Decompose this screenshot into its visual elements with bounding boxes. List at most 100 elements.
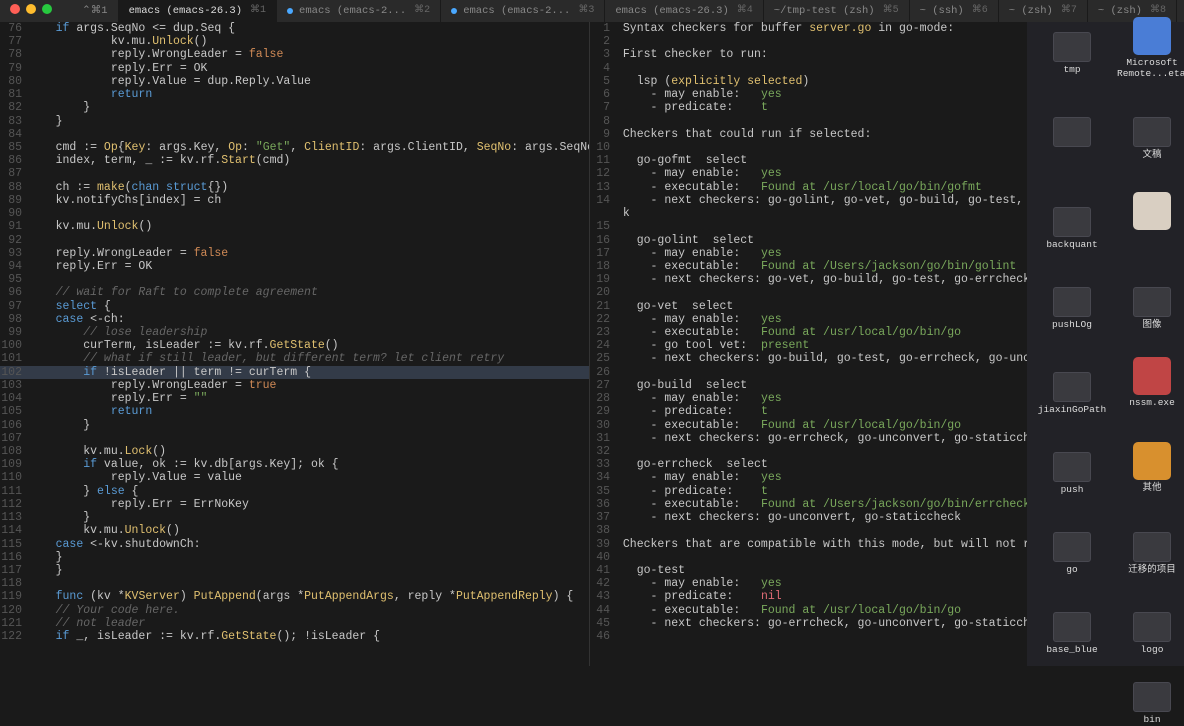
desktop-item[interactable]: 图像 xyxy=(1117,287,1184,331)
line-number: 21 xyxy=(590,300,616,313)
line-number: 18 xyxy=(590,260,616,273)
tab-5[interactable]: ~/tmp-test (zsh)⌘5 xyxy=(764,0,910,22)
maximize-window-icon[interactable] xyxy=(42,4,52,14)
desktop-item[interactable] xyxy=(1037,117,1107,150)
line-number: 32 xyxy=(590,445,616,458)
code-line: 35 - predicate: t xyxy=(590,485,1027,498)
code-line: 96 // wait for Raft to complete agreemen… xyxy=(0,286,589,299)
code-line: 119 func (kv *KVServer) PutAppend(args *… xyxy=(0,590,589,603)
folder-icon xyxy=(1053,207,1091,237)
folder-icon xyxy=(1133,117,1171,147)
tab-shortcut: ⌘1 xyxy=(250,5,266,17)
code-line: 2 xyxy=(590,35,1027,48)
desktop-item-label: push xyxy=(1037,485,1107,496)
line-number: 20 xyxy=(590,286,616,299)
line-number: 12 xyxy=(590,167,616,180)
code-line: 11 go-gofmt select xyxy=(590,154,1027,167)
line-number: 28 xyxy=(590,392,616,405)
line-number: 113 xyxy=(0,511,28,524)
minimize-window-icon[interactable] xyxy=(26,4,36,14)
desktop-item[interactable] xyxy=(1117,192,1184,233)
desktop-item[interactable]: jiaxinGoPath xyxy=(1037,372,1107,416)
code-line: 101 // what if still leader, but differe… xyxy=(0,352,589,365)
line-number: 109 xyxy=(0,458,28,471)
tab-4[interactable]: emacs (emacs-26.3) ⌘4 xyxy=(605,0,763,22)
folder-icon xyxy=(1053,117,1091,147)
tab-label: emacs (emacs-2... xyxy=(463,5,570,17)
code-line: 5 lsp (explicitly selected) xyxy=(590,75,1027,88)
folder-icon xyxy=(1133,532,1171,562)
tab-label: emacs (emacs-26.3) xyxy=(615,5,728,17)
line-number: 121 xyxy=(0,617,28,630)
line-number: 1 xyxy=(590,22,616,35)
desktop-item[interactable]: 其他 xyxy=(1117,442,1184,494)
code-line: 81 return xyxy=(0,88,589,101)
line-number: 84 xyxy=(0,128,28,141)
desktop-item[interactable]: logo xyxy=(1117,612,1184,656)
folder-icon xyxy=(1053,32,1091,62)
code-line: 10 xyxy=(590,141,1027,154)
code-line: 104 reply.Err = "" xyxy=(0,392,589,405)
code-line: 83 } xyxy=(0,115,589,128)
line-number: 95 xyxy=(0,273,28,286)
code-line: 20 xyxy=(590,286,1027,299)
tab-shortcut: ⌘4 xyxy=(737,5,753,17)
line-number: 79 xyxy=(0,62,28,75)
desktop-item[interactable]: bin xyxy=(1117,682,1184,726)
code-line: 91 kv.mu.Unlock() xyxy=(0,220,589,233)
desktop-item[interactable]: go xyxy=(1037,532,1107,576)
code-line: 120 // Your code here. xyxy=(0,604,589,617)
desktop-item[interactable]: tmp xyxy=(1037,32,1107,76)
desktop-item[interactable]: nssm.exe xyxy=(1117,357,1184,409)
line-number: 99 xyxy=(0,326,28,339)
code-line: 32 xyxy=(590,445,1027,458)
desktop-item-label: base_blue xyxy=(1037,645,1107,656)
line-number: 97 xyxy=(0,300,28,313)
line-number: 85 xyxy=(0,141,28,154)
line-number: 120 xyxy=(0,604,28,617)
code-editor-pane[interactable]: 76 if args.SeqNo <= dup.Seq {77 kv.mu.Un… xyxy=(0,22,590,666)
desktop-item[interactable]: push xyxy=(1037,452,1107,496)
desktop-item[interactable]: 迁移的项目 xyxy=(1117,532,1184,576)
code-line: 42 - may enable: yes xyxy=(590,577,1027,590)
code-line: 14 - next checkers: go-golint, go-vet, g… xyxy=(590,194,1027,207)
close-window-icon[interactable] xyxy=(10,4,20,14)
tab-shortcut: ⌘8 xyxy=(1150,5,1166,17)
desktop-item[interactable]: backquant xyxy=(1037,207,1107,251)
line-number: 82 xyxy=(0,101,28,114)
line-number: 30 xyxy=(590,419,616,432)
desktop-item[interactable]: Microsoft Remote...eta.ap xyxy=(1117,17,1184,80)
tab-label: ~ (zsh) xyxy=(1098,5,1142,17)
desktop-item-label: tmp xyxy=(1037,65,1107,76)
desktop-item[interactable]: base_blue xyxy=(1037,612,1107,656)
desktop-item-label: pushLOg xyxy=(1037,320,1107,331)
tab-7[interactable]: ~ (zsh)⌘7 xyxy=(999,0,1088,22)
tab-0[interactable]: ⌃⌘1 xyxy=(72,0,119,22)
code-line: 80 reply.Value = dup.Reply.Value xyxy=(0,75,589,88)
desktop-item[interactable]: 文稿 xyxy=(1117,117,1184,161)
line-number: 39 xyxy=(590,538,616,551)
line-number: 102 xyxy=(0,366,28,379)
desktop-item[interactable]: pushLOg xyxy=(1037,287,1107,331)
tab-3[interactable]: emacs (emacs-2...⌘3 xyxy=(441,0,605,22)
desktop-item-label: logo xyxy=(1117,645,1184,656)
line-number: 90 xyxy=(0,207,28,220)
tab-2[interactable]: emacs (emacs-2...⌘2 xyxy=(277,0,441,22)
line-number: 44 xyxy=(590,604,616,617)
line-number: 11 xyxy=(590,154,616,167)
line-number: 2 xyxy=(590,35,616,48)
line-number: 105 xyxy=(0,405,28,418)
code-line: 45 - next checkers: go-errcheck, go-unco… xyxy=(590,617,1027,630)
code-line: 44 - executable: Found at /usr/local/go/… xyxy=(590,604,1027,617)
line-number: 24 xyxy=(590,339,616,352)
line-number: 93 xyxy=(0,247,28,260)
tab-6[interactable]: ~ (ssh)⌘6 xyxy=(910,0,999,22)
tab-1[interactable]: emacs (emacs-26.3)⌘1 xyxy=(119,0,277,22)
desktop-item-label: backquant xyxy=(1037,240,1107,251)
code-line: 46 xyxy=(590,630,1027,643)
line-number: 33 xyxy=(590,458,616,471)
code-line: 92 xyxy=(0,234,589,247)
line-number: 101 xyxy=(0,352,28,365)
flycheck-output-pane[interactable]: 1 Syntax checkers for buffer server.go i… xyxy=(590,22,1027,666)
line-number: 4 xyxy=(590,62,616,75)
